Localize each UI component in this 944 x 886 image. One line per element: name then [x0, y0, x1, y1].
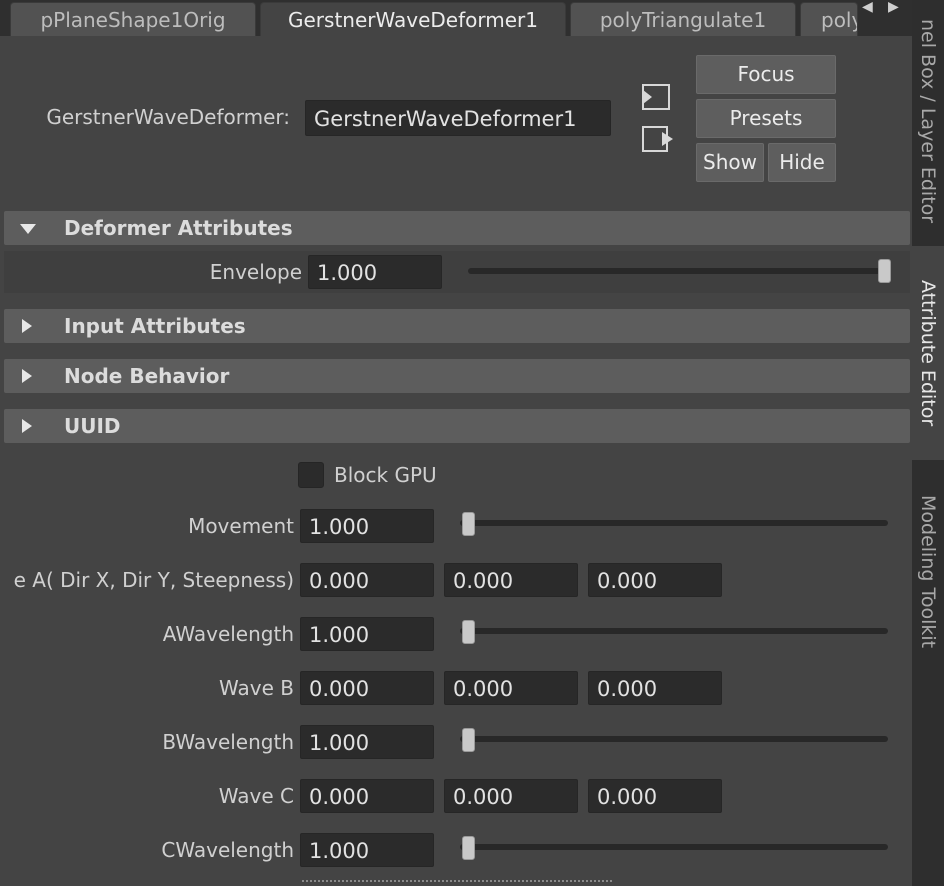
node-name-field[interactable]: GerstnerWaveDeformer1 — [305, 100, 611, 136]
collapse-triangle-icon — [20, 224, 36, 234]
a-wavelength-slider-track[interactable] — [460, 628, 888, 634]
b-wavelength-label: BWavelength — [162, 730, 294, 754]
movement-field[interactable]: 1.000 — [300, 509, 434, 543]
wave-a-steepness-field[interactable]: 0.000 — [588, 563, 722, 597]
envelope-slider-handle[interactable] — [878, 259, 891, 283]
movement-label: Movement — [188, 514, 294, 538]
wave-a-dir-x-field[interactable]: 0.000 — [300, 563, 434, 597]
tab-poly[interactable]: poly — [800, 2, 858, 36]
c-wavelength-slider-handle[interactable] — [462, 836, 475, 860]
resize-handle[interactable] — [302, 880, 612, 882]
wave-b-dir-x-field[interactable]: 0.000 — [300, 671, 434, 705]
tab-pplaneshape1orig[interactable]: pPlaneShape1Orig — [10, 2, 256, 36]
focus-button[interactable]: Focus — [696, 55, 836, 94]
section-title: Node Behavior — [64, 364, 230, 388]
tab-bar: pPlaneShape1Orig GerstnerWaveDeformer1 p… — [0, 0, 912, 36]
envelope-slider-track[interactable] — [468, 268, 880, 274]
a-wavelength-slider-handle[interactable] — [462, 620, 475, 644]
expand-triangle-icon — [22, 369, 32, 383]
c-wavelength-label: CWavelength — [161, 838, 294, 862]
b-wavelength-slider-handle[interactable] — [462, 728, 475, 752]
section-input-attributes[interactable]: Input Attributes — [4, 309, 910, 343]
a-wavelength-label: AWavelength — [162, 622, 294, 646]
tab-polytriangulate1[interactable]: polyTriangulate1 — [570, 2, 796, 36]
a-wavelength-field[interactable]: 1.000 — [300, 617, 434, 651]
envelope-field[interactable]: 1.000 — [308, 255, 442, 289]
side-tab-label: Attribute Editor — [917, 279, 939, 427]
node-type-label: GerstnerWaveDeformer: — [46, 105, 290, 129]
show-button[interactable]: Show — [696, 143, 764, 182]
wave-b-dir-y-field[interactable]: 0.000 — [444, 671, 578, 705]
hide-button[interactable]: Hide — [768, 143, 836, 182]
wave-a-dir-y-field[interactable]: 0.000 — [444, 563, 578, 597]
wave-b-label: Wave B — [219, 676, 294, 700]
section-uuid[interactable]: UUID — [4, 409, 910, 443]
envelope-label: Envelope — [209, 260, 302, 284]
block-gpu-checkbox[interactable] — [298, 462, 324, 488]
presets-button[interactable]: Presets — [696, 99, 836, 138]
side-tab-modeling-toolkit[interactable]: Modeling Toolkit — [912, 466, 944, 678]
block-gpu-label: Block GPU — [334, 463, 437, 487]
tab-scroll-right-icon[interactable]: ▶ — [888, 0, 899, 14]
expand-triangle-icon — [22, 319, 32, 333]
expand-triangle-icon — [22, 419, 32, 433]
side-tab-label: Modeling Toolkit — [917, 495, 939, 649]
tab-scroll-left-icon[interactable]: ◀ — [862, 0, 873, 14]
copy-tab-icon[interactable] — [640, 124, 676, 156]
wave-c-label: Wave C — [218, 784, 294, 808]
section-title: UUID — [64, 414, 121, 438]
side-tab-channel-box-layer-editor[interactable]: nel Box / Layer Editor — [912, 0, 944, 242]
load-selected-icon[interactable] — [640, 82, 672, 112]
section-title: Input Attributes — [64, 314, 246, 338]
movement-slider-handle[interactable] — [462, 512, 475, 536]
wave-c-steepness-field[interactable]: 0.000 — [588, 779, 722, 813]
b-wavelength-field[interactable]: 1.000 — [300, 725, 434, 759]
wave-b-steepness-field[interactable]: 0.000 — [588, 671, 722, 705]
wave-a-label: e A( Dir X, Dir Y, Steepness) — [13, 568, 294, 592]
section-title: Deformer Attributes — [64, 216, 293, 240]
wave-c-dir-x-field[interactable]: 0.000 — [300, 779, 434, 813]
c-wavelength-field[interactable]: 1.000 — [300, 833, 434, 867]
side-tab-label: nel Box / Layer Editor — [917, 18, 939, 224]
c-wavelength-slider-track[interactable] — [460, 844, 888, 850]
section-node-behavior[interactable]: Node Behavior — [4, 359, 910, 393]
b-wavelength-slider-track[interactable] — [460, 736, 888, 742]
tab-gerstnerwavedeformer1[interactable]: GerstnerWaveDeformer1 — [260, 2, 566, 36]
side-tab-attribute-editor[interactable]: Attribute Editor — [912, 246, 944, 460]
section-deformer-attributes[interactable]: Deformer Attributes — [4, 211, 910, 245]
movement-slider-track[interactable] — [460, 520, 888, 526]
wave-c-dir-y-field[interactable]: 0.000 — [444, 779, 578, 813]
